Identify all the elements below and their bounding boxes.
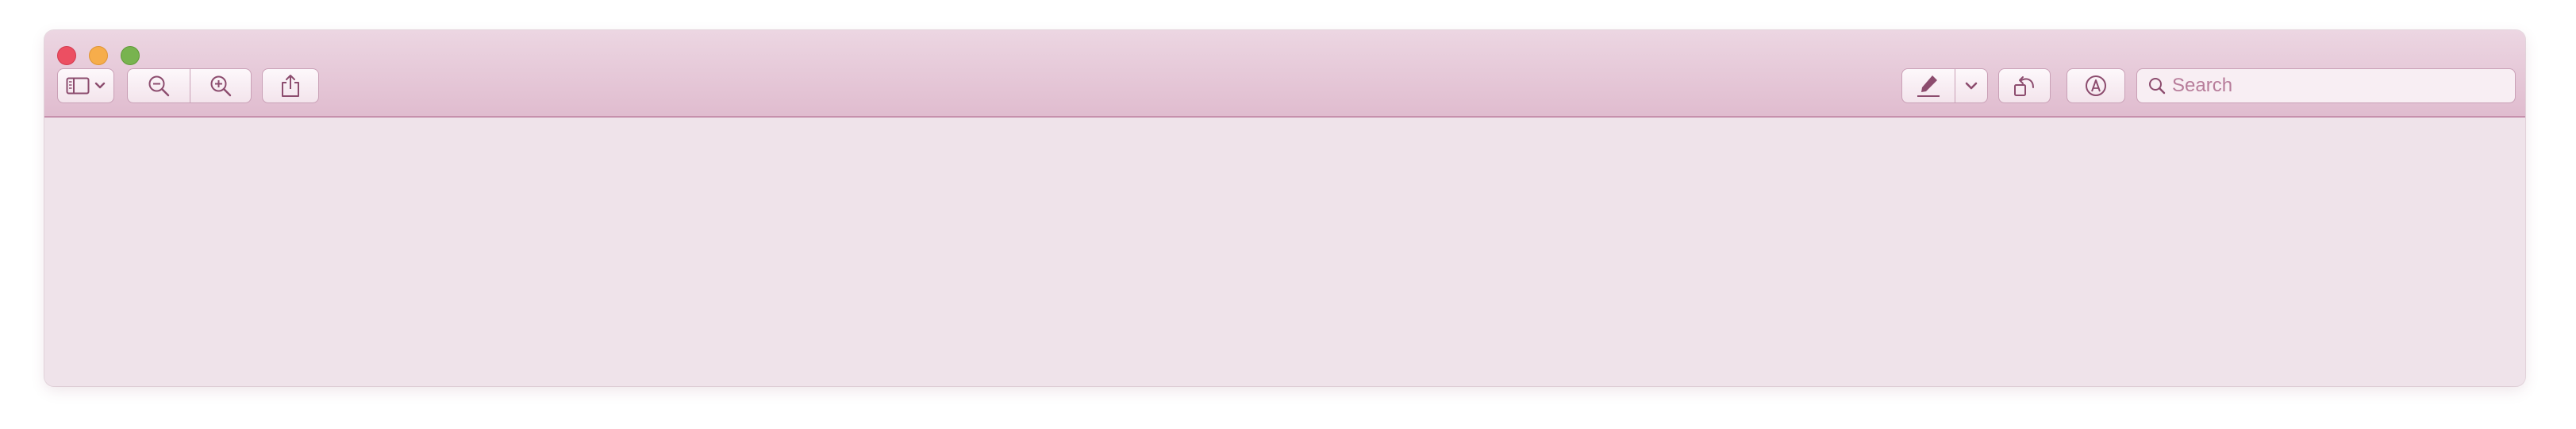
zoom-out-button[interactable] xyxy=(127,68,190,103)
share-icon xyxy=(280,73,301,99)
sidebar-icon xyxy=(66,76,90,95)
close-button[interactable] xyxy=(57,46,76,65)
minimize-button[interactable] xyxy=(89,46,108,65)
sidebar-button[interactable] xyxy=(57,68,114,103)
zoom-in-icon xyxy=(209,74,233,98)
chevron-down-icon xyxy=(1965,81,1978,91)
share-button[interactable] xyxy=(262,68,319,103)
zoom-in-button[interactable] xyxy=(190,68,252,103)
search-field[interactable] xyxy=(2136,68,2516,103)
zoom-out-icon xyxy=(147,74,171,98)
search-icon xyxy=(2147,75,2167,96)
show-markup-toolbar-button[interactable] xyxy=(2067,68,2125,103)
rotate-button[interactable] xyxy=(1998,68,2051,103)
document-area[interactable] xyxy=(44,118,2525,386)
preview-window xyxy=(44,30,2525,386)
zoom-window-button[interactable] xyxy=(121,46,140,65)
titlebar xyxy=(44,30,2525,118)
markup-menu-button[interactable] xyxy=(1955,68,1988,103)
search-input[interactable] xyxy=(2172,75,2489,97)
markup-pen-button[interactable] xyxy=(1901,68,1955,103)
chevron-down-icon xyxy=(94,82,106,90)
rotate-left-icon xyxy=(2012,73,2037,99)
pen-icon xyxy=(1915,73,1942,99)
markup-circle-icon xyxy=(2083,73,2109,99)
